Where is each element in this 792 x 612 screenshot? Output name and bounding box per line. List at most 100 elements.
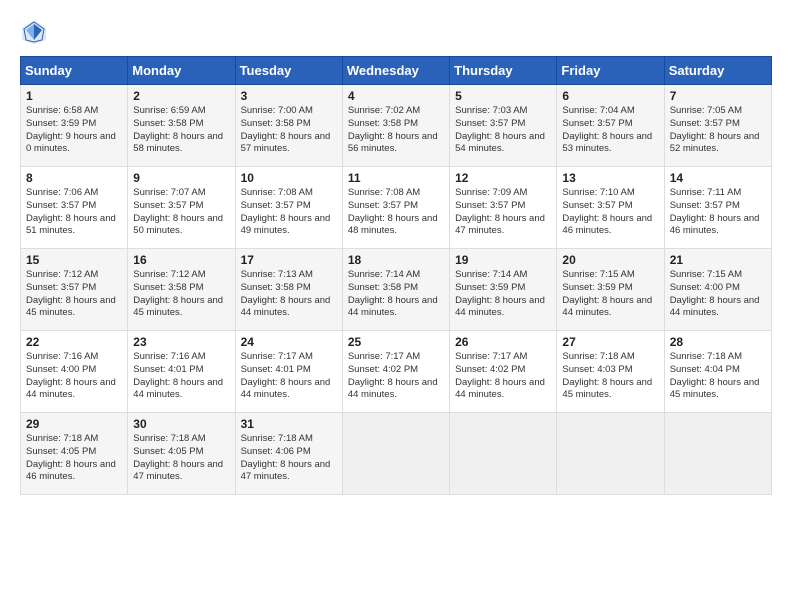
day-cell: 12 Sunrise: 7:09 AM Sunset: 3:57 PM Dayli… xyxy=(450,167,557,249)
day-cell: 16Sunrise: 7:12 AM Sunset: 3:58 PM Dayli… xyxy=(128,249,235,331)
day-cell: 9 Sunrise: 7:07 AM Sunset: 3:57 PM Daylig… xyxy=(128,167,235,249)
day-cell: 30 Sunrise: 7:18 AM Sunset: 4:05 PM Dayli… xyxy=(128,413,235,495)
day-number: 10 xyxy=(241,171,337,185)
day-info: Sunrise: 7:02 AM Sunset: 3:58 PM Dayligh… xyxy=(348,105,444,156)
day-info: Sunrise: 7:09 AM Sunset: 3:57 PM Dayligh… xyxy=(455,187,551,238)
day-info: Sunrise: 7:00 AM Sunset: 3:58 PM Dayligh… xyxy=(241,105,337,156)
day-cell: 14 Sunrise: 7:11 AM Sunset: 3:57 PM Dayli… xyxy=(664,167,771,249)
day-info: Sunrise: 7:12 AM Sunset: 3:57 PM Dayligh… xyxy=(26,269,122,320)
day-number: 4 xyxy=(348,89,444,103)
day-info: Sunrise: 7:06 AM Sunset: 3:57 PM Dayligh… xyxy=(26,187,122,238)
day-cell: 29 Sunrise: 7:18 AM Sunset: 4:05 PM Dayli… xyxy=(21,413,128,495)
day-info: Sunrise: 7:04 AM Sunset: 3:57 PM Dayligh… xyxy=(562,105,658,156)
day-cell: 19 Sunrise: 7:14 AM Sunset: 3:59 PM Dayli… xyxy=(450,249,557,331)
week-row-4: 22 Sunrise: 7:16 AM Sunset: 4:00 PM Dayli… xyxy=(21,331,772,413)
day-number: 13 xyxy=(562,171,658,185)
day-cell xyxy=(664,413,771,495)
day-number: 31 xyxy=(241,417,337,431)
day-number: 22 xyxy=(26,335,122,349)
day-number: 6 xyxy=(562,89,658,103)
day-number: 8 xyxy=(26,171,122,185)
logo xyxy=(20,18,52,46)
week-row-2: 8 Sunrise: 7:06 AM Sunset: 3:57 PM Daylig… xyxy=(21,167,772,249)
day-cell: 21 Sunrise: 7:15 AM Sunset: 4:00 PM Dayli… xyxy=(664,249,771,331)
day-info: Sunrise: 6:59 AM Sunset: 3:58 PM Dayligh… xyxy=(133,105,229,156)
day-number: 28 xyxy=(670,335,766,349)
day-cell: 17 Sunrise: 7:13 AM Sunset: 3:58 PM Dayli… xyxy=(235,249,342,331)
day-number: 14 xyxy=(670,171,766,185)
day-number: 7 xyxy=(670,89,766,103)
weekday-header-saturday: Saturday xyxy=(664,57,771,85)
day-info: Sunrise: 7:15 AM Sunset: 4:00 PM Dayligh… xyxy=(670,269,766,320)
day-cell: 2 Sunrise: 6:59 AM Sunset: 3:58 PM Daylig… xyxy=(128,85,235,167)
day-number: 25 xyxy=(348,335,444,349)
day-number: 3 xyxy=(241,89,337,103)
weekday-header-tuesday: Tuesday xyxy=(235,57,342,85)
day-number: 11 xyxy=(348,171,444,185)
day-info: Sunrise: 7:18 AM Sunset: 4:03 PM Dayligh… xyxy=(562,351,658,402)
day-cell: 25 Sunrise: 7:17 AM Sunset: 4:02 PM Dayli… xyxy=(342,331,449,413)
day-info: Sunrise: 7:13 AM Sunset: 3:58 PM Dayligh… xyxy=(241,269,337,320)
day-info: Sunrise: 7:07 AM Sunset: 3:57 PM Dayligh… xyxy=(133,187,229,238)
day-number: 5 xyxy=(455,89,551,103)
day-info: Sunrise: 7:18 AM Sunset: 4:05 PM Dayligh… xyxy=(26,433,122,484)
day-cell: 1Sunrise: 6:58 AM Sunset: 3:59 PM Daylig… xyxy=(21,85,128,167)
day-cell: 28 Sunrise: 7:18 AM Sunset: 4:04 PM Dayli… xyxy=(664,331,771,413)
day-cell: 5 Sunrise: 7:03 AM Sunset: 3:57 PM Daylig… xyxy=(450,85,557,167)
day-cell xyxy=(450,413,557,495)
logo-icon xyxy=(20,18,48,46)
main-container: SundayMondayTuesdayWednesdayThursdayFrid… xyxy=(0,0,792,505)
day-number: 21 xyxy=(670,253,766,267)
day-cell: 15 Sunrise: 7:12 AM Sunset: 3:57 PM Dayli… xyxy=(21,249,128,331)
day-number: 26 xyxy=(455,335,551,349)
day-cell: 6 Sunrise: 7:04 AM Sunset: 3:57 PM Daylig… xyxy=(557,85,664,167)
day-number: 18 xyxy=(348,253,444,267)
day-number: 16 xyxy=(133,253,229,267)
day-number: 17 xyxy=(241,253,337,267)
day-cell xyxy=(342,413,449,495)
calendar-table: SundayMondayTuesdayWednesdayThursdayFrid… xyxy=(20,56,772,495)
day-cell: 31 Sunrise: 7:18 AM Sunset: 4:06 PM Dayli… xyxy=(235,413,342,495)
day-number: 15 xyxy=(26,253,122,267)
day-info: Sunrise: 7:15 AM Sunset: 3:59 PM Dayligh… xyxy=(562,269,658,320)
day-cell: 8 Sunrise: 7:06 AM Sunset: 3:57 PM Daylig… xyxy=(21,167,128,249)
day-info: Sunrise: 7:08 AM Sunset: 3:57 PM Dayligh… xyxy=(348,187,444,238)
day-cell: 11 Sunrise: 7:08 AM Sunset: 3:57 PM Dayli… xyxy=(342,167,449,249)
day-cell: 26 Sunrise: 7:17 AM Sunset: 4:02 PM Dayli… xyxy=(450,331,557,413)
day-info: Sunrise: 7:08 AM Sunset: 3:57 PM Dayligh… xyxy=(241,187,337,238)
day-info: Sunrise: 7:14 AM Sunset: 3:58 PM Dayligh… xyxy=(348,269,444,320)
day-cell: 27Sunrise: 7:18 AM Sunset: 4:03 PM Dayli… xyxy=(557,331,664,413)
day-info: Sunrise: 7:18 AM Sunset: 4:04 PM Dayligh… xyxy=(670,351,766,402)
day-info: Sunrise: 7:03 AM Sunset: 3:57 PM Dayligh… xyxy=(455,105,551,156)
day-number: 30 xyxy=(133,417,229,431)
day-cell: 3 Sunrise: 7:00 AM Sunset: 3:58 PM Daylig… xyxy=(235,85,342,167)
day-number: 29 xyxy=(26,417,122,431)
day-info: Sunrise: 7:18 AM Sunset: 4:06 PM Dayligh… xyxy=(241,433,337,484)
day-info: Sunrise: 7:11 AM Sunset: 3:57 PM Dayligh… xyxy=(670,187,766,238)
weekday-header-thursday: Thursday xyxy=(450,57,557,85)
day-number: 9 xyxy=(133,171,229,185)
weekday-header-row: SundayMondayTuesdayWednesdayThursdayFrid… xyxy=(21,57,772,85)
day-info: Sunrise: 7:17 AM Sunset: 4:02 PM Dayligh… xyxy=(348,351,444,402)
day-info: Sunrise: 7:18 AM Sunset: 4:05 PM Dayligh… xyxy=(133,433,229,484)
day-number: 20 xyxy=(562,253,658,267)
day-info: Sunrise: 7:16 AM Sunset: 4:00 PM Dayligh… xyxy=(26,351,122,402)
day-cell: 22 Sunrise: 7:16 AM Sunset: 4:00 PM Dayli… xyxy=(21,331,128,413)
day-cell xyxy=(557,413,664,495)
day-number: 19 xyxy=(455,253,551,267)
day-info: Sunrise: 7:05 AM Sunset: 3:57 PM Dayligh… xyxy=(670,105,766,156)
day-number: 12 xyxy=(455,171,551,185)
day-cell: 7 Sunrise: 7:05 AM Sunset: 3:57 PM Daylig… xyxy=(664,85,771,167)
day-number: 2 xyxy=(133,89,229,103)
day-info: Sunrise: 7:16 AM Sunset: 4:01 PM Dayligh… xyxy=(133,351,229,402)
weekday-header-monday: Monday xyxy=(128,57,235,85)
day-info: Sunrise: 6:58 AM Sunset: 3:59 PM Dayligh… xyxy=(26,105,122,156)
day-cell: 18 Sunrise: 7:14 AM Sunset: 3:58 PM Dayli… xyxy=(342,249,449,331)
day-info: Sunrise: 7:17 AM Sunset: 4:02 PM Dayligh… xyxy=(455,351,551,402)
day-cell: 23 Sunrise: 7:16 AM Sunset: 4:01 PM Dayli… xyxy=(128,331,235,413)
week-row-5: 29 Sunrise: 7:18 AM Sunset: 4:05 PM Dayli… xyxy=(21,413,772,495)
weekday-header-friday: Friday xyxy=(557,57,664,85)
day-info: Sunrise: 7:14 AM Sunset: 3:59 PM Dayligh… xyxy=(455,269,551,320)
day-number: 23 xyxy=(133,335,229,349)
header xyxy=(20,18,772,46)
